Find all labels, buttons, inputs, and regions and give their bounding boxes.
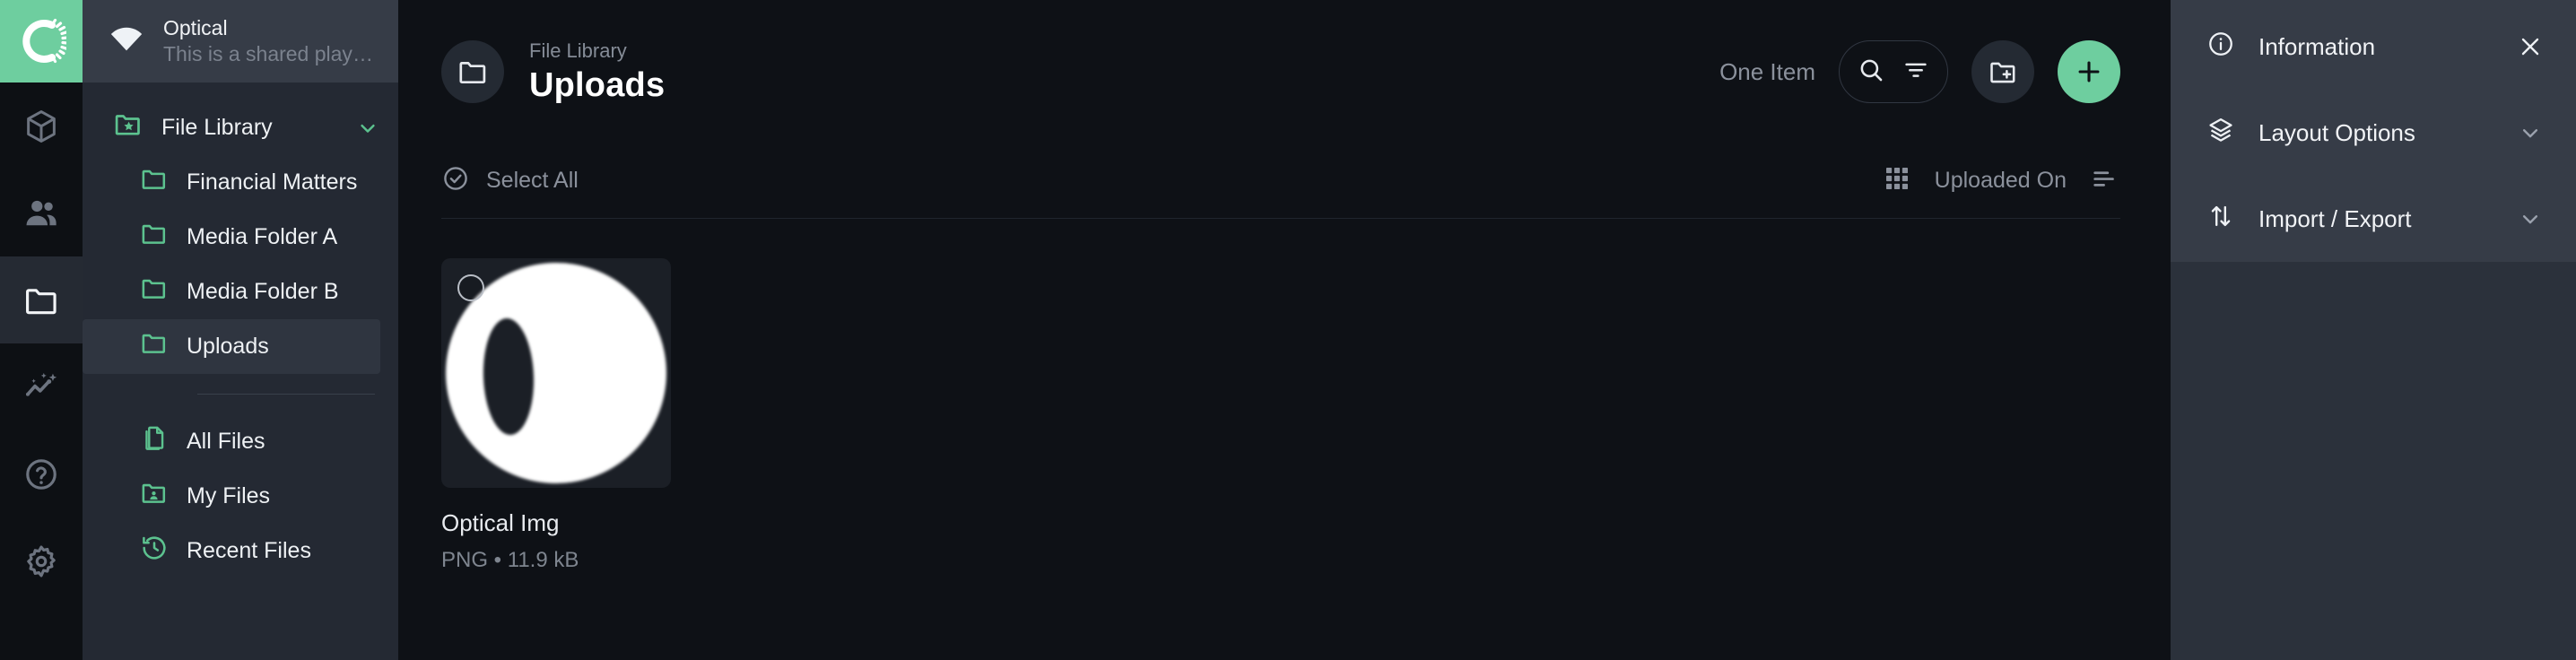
panel-empty-area [2171, 262, 2576, 660]
workspace-title: Optical [163, 16, 228, 40]
search-filter-pill[interactable] [1839, 40, 1948, 103]
add-button[interactable] [2058, 40, 2120, 103]
tree-link-my-files[interactable]: My Files [83, 469, 398, 524]
icon-rail [0, 0, 83, 660]
search-icon[interactable] [1857, 56, 1885, 89]
file-meta: PNG • 11.9 kB [441, 548, 579, 572]
panel-row-label: Import / Export [2258, 204, 2412, 232]
info-circle-icon [2206, 30, 2235, 65]
new-folder-button[interactable] [1971, 40, 2034, 103]
close-icon[interactable] [2517, 33, 2544, 60]
panel-sections: Information Layout Options Import / Expo… [2171, 0, 2576, 262]
panel-row-information[interactable]: Information [2171, 4, 2576, 90]
documents-icon [140, 424, 169, 459]
tree-sidebar: Optical This is a shared playgr... File … [83, 0, 398, 660]
file-grid: Optical Img PNG • 11.9 kB [398, 219, 2171, 660]
folder-icon [140, 220, 169, 255]
folder-icon [140, 165, 169, 200]
tree-body: File Library Financial Matters Media Fol… [83, 82, 398, 578]
folder-avatar [441, 40, 504, 103]
panel-row-label: Information [2258, 32, 2376, 60]
file-card[interactable]: Optical Img PNG • 11.9 kB [441, 258, 671, 573]
selection-toolbar: Select All Uploaded On [441, 143, 2120, 219]
layers-icon [2206, 116, 2235, 151]
file-name: Optical Img [441, 509, 560, 536]
app-root: Optical This is a shared playgr... File … [0, 0, 2576, 660]
rail-item-files[interactable] [0, 256, 83, 343]
folder-user-icon [140, 479, 169, 514]
tree-item-label: File Library [161, 115, 273, 140]
rail-item-help[interactable] [0, 430, 83, 517]
file-select-checkbox[interactable] [457, 274, 484, 301]
inspector-panel: Information Layout Options Import / Expo… [2171, 0, 2576, 660]
sort-field-button[interactable]: Uploaded On [1935, 168, 2067, 194]
panel-row-layout-options[interactable]: Layout Options [2171, 90, 2576, 176]
folder-plus-icon [1990, 62, 2015, 83]
tree-item-file-library[interactable]: File Library [83, 100, 398, 155]
chevron-down-icon[interactable] [2517, 205, 2544, 232]
tree-link-label: Recent Files [187, 538, 311, 563]
thumbnail-lens-shape [481, 317, 536, 436]
file-thumbnail[interactable] [441, 258, 671, 488]
tree-item-label: Media Folder A [187, 224, 338, 249]
workspace-subtitle: This is a shared playgr... [163, 42, 375, 65]
workspace-header[interactable]: Optical This is a shared playgr... [83, 0, 398, 82]
rail-item-insights[interactable] [0, 343, 83, 430]
rail-item-settings[interactable] [0, 517, 83, 604]
panel-row-import-export[interactable]: Import / Export [2171, 176, 2576, 262]
tree-link-recent-files[interactable]: Recent Files [83, 524, 398, 578]
tree-item-label: Media Folder B [187, 279, 339, 304]
tree-item-media-folder-b[interactable]: Media Folder B [83, 265, 398, 319]
header-actions: One Item [1719, 40, 2120, 103]
tree-link-label: All Files [187, 429, 265, 454]
rail-item-people[interactable] [0, 169, 83, 256]
filter-icon[interactable] [1902, 56, 1930, 89]
tree-item-financial-matters[interactable]: Financial Matters [83, 155, 398, 210]
folder-icon [140, 274, 169, 309]
select-all-button[interactable]: Select All [486, 168, 579, 194]
tree-divider [197, 394, 375, 395]
fan-icon [108, 21, 145, 63]
panel-row-label: Layout Options [2258, 118, 2415, 146]
rail-item-models[interactable] [0, 82, 83, 169]
tree-item-label: Uploads [187, 334, 269, 359]
folder-icon [459, 62, 486, 84]
tree-link-label: My Files [187, 483, 271, 508]
app-logo[interactable] [0, 0, 83, 82]
content-header: File Library Uploads One Item [398, 0, 2171, 143]
folder-star-icon [113, 109, 144, 146]
check-circle-icon[interactable] [441, 164, 470, 197]
clock-history-icon [140, 534, 169, 569]
grid-view-icon[interactable] [1883, 164, 1911, 197]
main-content: File Library Uploads One Item Select All… [398, 0, 2171, 660]
tree-item-label: Financial Matters [187, 169, 358, 195]
tree-item-media-folder-a[interactable]: Media Folder A [83, 210, 398, 265]
folder-icon [140, 329, 169, 364]
arrows-up-down-icon [2206, 202, 2235, 237]
tree-link-all-files[interactable]: All Files [83, 414, 398, 469]
tree-item-uploads[interactable]: Uploads [83, 319, 380, 374]
page-title: Uploads [529, 65, 666, 104]
chevron-down-icon[interactable] [2517, 119, 2544, 146]
chevron-down-icon[interactable] [355, 116, 380, 141]
breadcrumb[interactable]: File Library [529, 39, 665, 63]
plus-icon [2078, 61, 2100, 82]
item-count: One Item [1719, 57, 1815, 85]
sort-descending-icon[interactable] [2090, 163, 2120, 198]
